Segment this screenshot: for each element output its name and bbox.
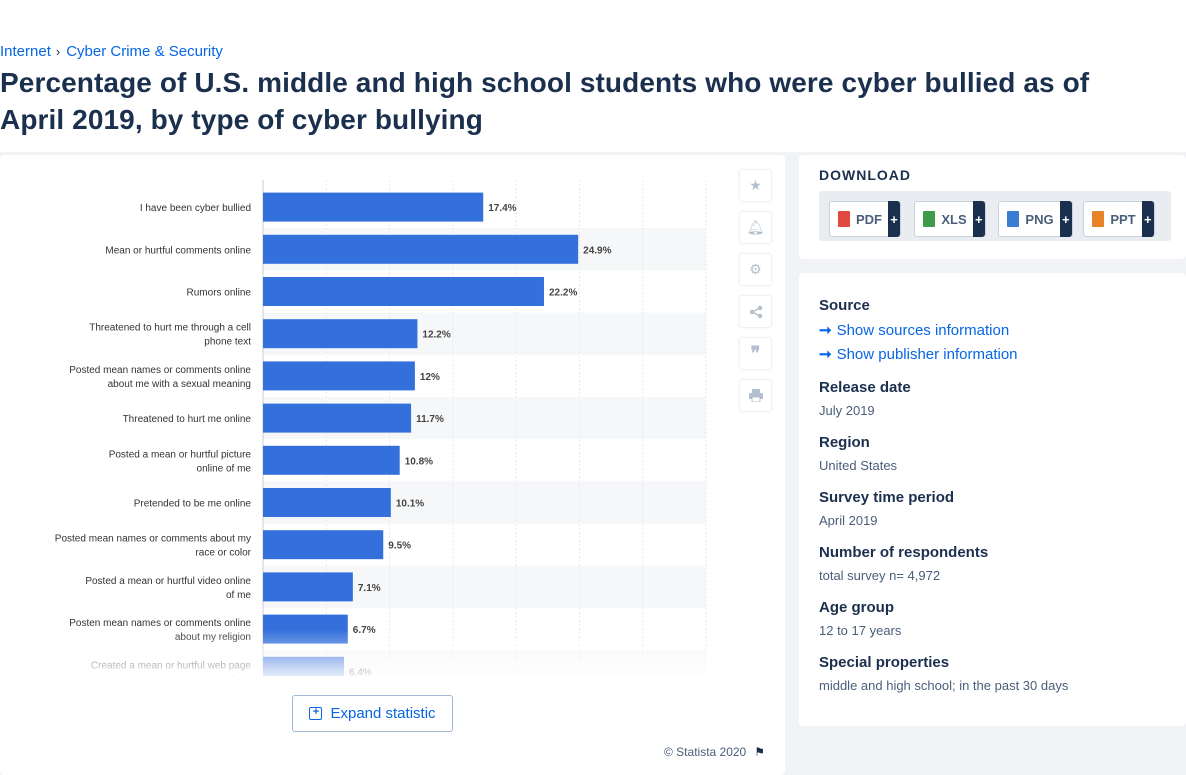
print-icon[interactable] [739,379,772,412]
bar-value-label: 7.1% [358,583,381,594]
png-file-icon [1007,211,1020,227]
expand-statistic-label: Expand statistic [330,705,436,722]
xls-label: XLS [941,211,967,227]
bar-value-label: 22.2% [549,288,577,299]
category-label: Rumors online [187,288,252,299]
pdf-label: PDF [856,211,882,227]
age-group-heading: Age group [819,599,894,616]
category-label: Mean or hurtful comments online [105,245,251,256]
respondents-value: total survey n= 4,972 [819,568,941,583]
category-label: about me with a sexual meaning [108,379,251,390]
region-heading: Region [819,434,870,451]
download-title: DOWNLOAD [819,167,911,183]
show-sources-label: Show sources information [836,321,1010,339]
release-date-heading: Release date [819,379,911,396]
bar [263,445,400,475]
category-label: Pretended to be me online [134,499,252,510]
copyright-text[interactable]: © Statista 2020 [664,745,746,759]
bar [263,319,418,349]
download-png-button[interactable]: PNG + [998,201,1073,237]
bar-value-label: 10.1% [396,499,424,510]
ppt-file-icon [1092,211,1105,227]
category-label: Posted mean names or comments about my [55,534,251,545]
bar [263,234,579,264]
category-label: Posted a mean or hurtful video online [85,576,251,587]
page-title: Percentage of U.S. middle and high schoo… [0,67,1090,135]
bar [263,277,544,306]
png-label: PNG [1025,211,1054,227]
region-value: United States [819,458,898,473]
plus-icon: + [888,201,900,237]
xls-file-icon [923,211,936,227]
bar-value-label: 10.8% [405,456,433,467]
pdf-file-icon [838,211,850,227]
bell-icon[interactable]: 🔔︎ [739,211,772,244]
gear-icon[interactable]: ⚙ [739,253,772,286]
ppt-label: PPT [1110,211,1136,227]
share-icon[interactable] [739,295,772,328]
survey-period-heading: Survey time period [819,489,955,506]
special-properties-heading: Special properties [819,654,950,671]
show-publisher-label: Show publisher information [836,345,1018,363]
plus-icon: + [1141,201,1154,237]
star-icon[interactable]: ★ [739,169,772,202]
survey-period-value: April 2019 [819,513,878,528]
category-label: I have been cyber bullied [140,203,251,214]
bar [263,361,415,391]
download-xls-button[interactable]: XLS + [914,201,986,237]
bar-value-label: 12% [420,372,440,383]
category-label: of me [226,590,251,601]
breadcrumb-separator: › [55,44,61,59]
quote-icon[interactable]: ❞ [739,337,772,370]
bar-value-label: 12.2% [422,330,450,341]
category-label: phone text [204,337,251,348]
bar-value-label: 24.9% [583,245,611,256]
expand-statistic-button[interactable]: + Expand statistic [292,695,453,732]
show-publisher-link[interactable]: ➞ Show publisher information [819,345,1018,364]
bar-chart: 17.4% I have been cyber bullied 24.9% Mean … [0,180,780,676]
breadcrumb: Internet › Cyber Crime & Security [0,43,223,60]
bar [263,530,384,560]
info-card: Source ➞ Show sources information ➞ Show… [799,273,1186,726]
copyright-line: © Statista 2020 ⚑ [664,745,765,759]
plus-icon: + [1059,201,1072,237]
bar [263,572,353,602]
bar [263,488,391,517]
download-pdf-button[interactable]: PDF + [829,201,901,237]
release-date-value: July 2019 [819,403,875,418]
arrow-right-icon: ➞ [819,346,832,363]
respondents-heading: Number of respondents [819,544,989,561]
category-label: Posted mean names or comments online [69,365,251,376]
bar-value-label: 17.4% [488,203,516,214]
age-group-value: 12 to 17 years [819,623,902,638]
category-label: race or color [195,548,251,559]
category-label: Threatened to hurt me online [123,414,252,425]
category-label: Posten mean names or comments online [69,618,251,629]
source-heading: Source [819,297,870,314]
bar [263,192,484,222]
category-label: online of me [197,463,252,474]
header-area: Internet › Cyber Crime & Security Percen… [0,0,1186,152]
plus-square-icon: + [309,707,323,720]
download-card: DOWNLOAD PDF + XLS + PNG + PPT + [799,155,1186,259]
breadcrumb-item-cyber-crime[interactable]: Cyber Crime & Security [66,43,223,60]
chart-fade-overlay [0,630,785,680]
show-sources-link[interactable]: ➞ Show sources information [819,321,1010,340]
bar-value-label: 9.5% [388,541,411,552]
bar-value-label: 11.7% [416,414,444,425]
category-label: Posted a mean or hurtful picture [109,449,252,460]
arrow-right-icon: ➞ [819,322,832,339]
category-label: Threatened to hurt me through a cell [89,323,251,334]
bar [263,403,412,433]
special-properties-value: middle and high school; in the past 30 d… [819,678,1069,693]
download-ppt-button[interactable]: PPT + [1083,201,1155,237]
flag-icon[interactable]: ⚑ [754,745,765,759]
plus-icon: + [972,201,985,237]
breadcrumb-item-internet[interactable]: Internet [0,43,51,60]
chart-toolbar: ★ 🔔︎ ⚙ ❞ [739,169,772,421]
